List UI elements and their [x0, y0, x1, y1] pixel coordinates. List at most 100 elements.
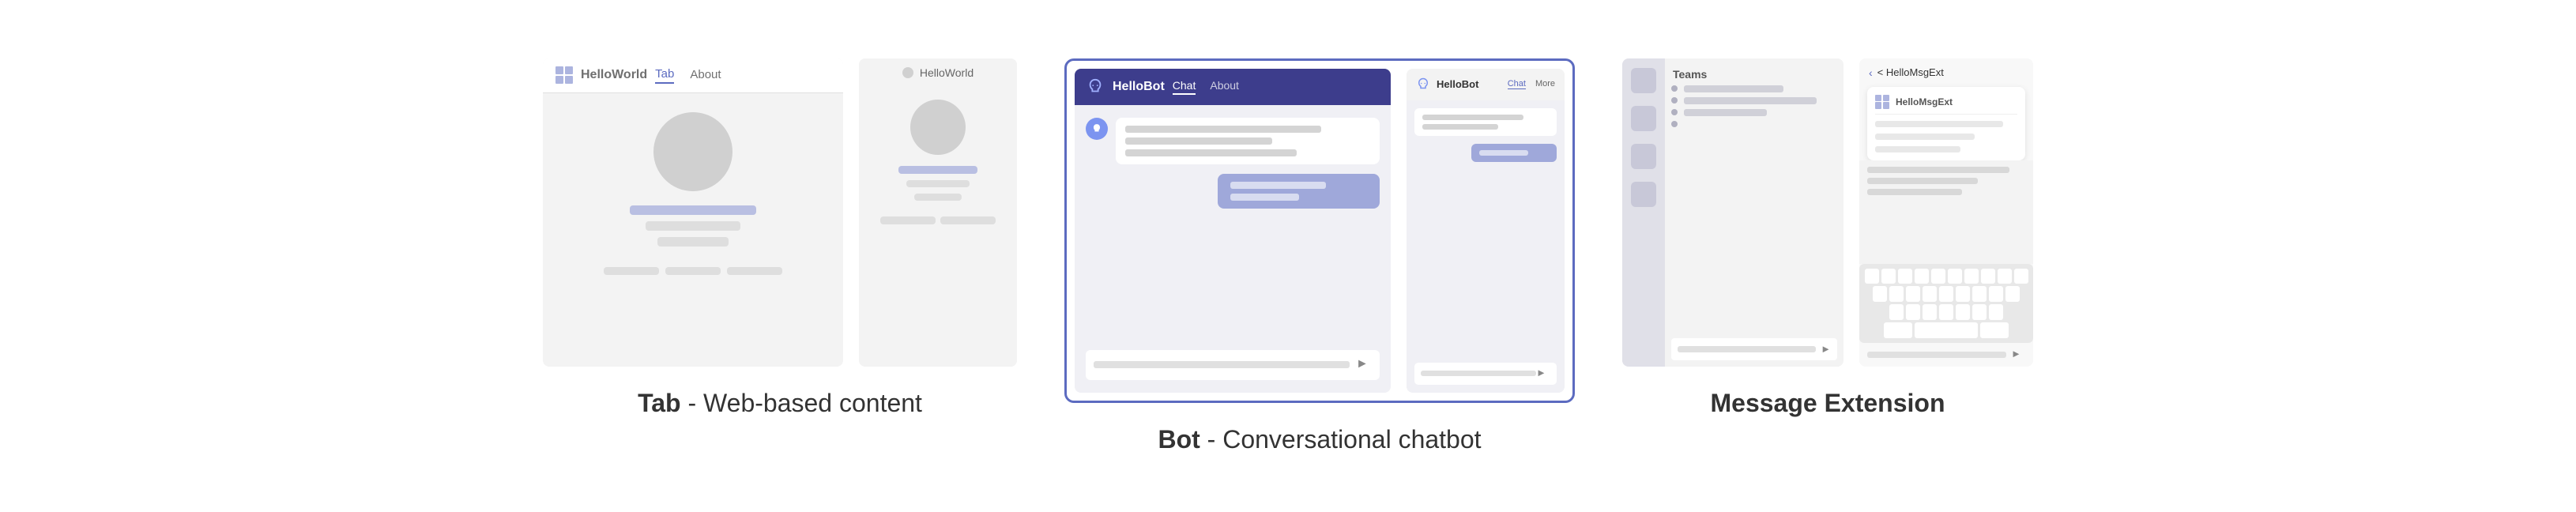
bot-highlight-border: HelloBot Chat About: [1064, 58, 1575, 403]
bot-mobile-input[interactable]: ►: [1414, 363, 1557, 385]
key-9: [1998, 269, 2012, 284]
bot-input-bar[interactable]: ►: [1086, 350, 1380, 380]
bot-label: Bot - Conversational chatbot: [1158, 425, 1481, 454]
back-arrow-icon[interactable]: ‹: [1869, 66, 1873, 79]
tab-desktop-card: HelloWorld Tab About: [543, 58, 843, 367]
popup-skel-1: [1875, 121, 2003, 127]
keyboard-area: [1859, 264, 2033, 343]
key-24: [1956, 304, 1970, 320]
skel-btn-3: [727, 267, 782, 275]
key-21: [1906, 304, 1920, 320]
channel-dot-1: [1671, 85, 1678, 92]
bot-mobile-tab2[interactable]: More: [1535, 79, 1555, 89]
teams-send-icon[interactable]: ►: [1821, 343, 1831, 355]
msgext-mobile-compose: ►: [1859, 343, 2033, 367]
key-space: [1915, 322, 1978, 338]
key-26: [1989, 304, 2003, 320]
popup-skel-2: [1875, 134, 1975, 140]
bot-section: HelloBot Chat About: [1064, 58, 1575, 454]
tab-desktop-tab2[interactable]: About: [690, 68, 721, 83]
msgext-mobile-card: ‹ < HelloMsgExt HelloMsgExt: [1859, 58, 2033, 367]
key-12: [1889, 286, 1904, 302]
skel-bar-2: [646, 221, 740, 231]
bot-mobile-tab1[interactable]: Chat: [1508, 79, 1526, 89]
bot-desktop-body: ►: [1075, 105, 1391, 393]
key-4: [1915, 269, 1929, 284]
key-return: [1980, 322, 2009, 338]
tab-mobile-header: HelloWorld: [859, 58, 1017, 87]
keyboard-row-3: [1862, 304, 2030, 320]
skel-bar-1: [630, 205, 756, 215]
keyboard-row-1: [1862, 269, 2030, 284]
key-22: [1923, 304, 1937, 320]
bot-desktop-app-name: HelloBot: [1113, 80, 1165, 94]
bot-mobile-card: HelloBot Chat More: [1407, 69, 1565, 393]
popup-skel-3: [1875, 146, 1960, 152]
channel-item-4: [1671, 121, 1837, 128]
key-7: [1964, 269, 1979, 284]
bubble-skel-3: [1125, 149, 1297, 156]
key-15: [1939, 286, 1953, 302]
tab-desktop-body: [543, 93, 843, 294]
tab-section: HelloWorld Tab About: [543, 58, 1017, 418]
channel-item-1: [1671, 85, 1837, 92]
teams-main: Teams: [1665, 58, 1843, 367]
bot-mobile-header: HelloBot Chat More: [1407, 69, 1565, 100]
key-5: [1931, 269, 1945, 284]
key-3: [1898, 269, 1912, 284]
teams-compose-bar[interactable]: ►: [1671, 338, 1837, 360]
mobile-btn-1: [880, 216, 936, 224]
skel-bar-3: [657, 237, 729, 247]
bot-desktop-tab1[interactable]: Chat: [1173, 79, 1196, 95]
tab-mobile-card: HelloWorld: [859, 58, 1017, 367]
msgext-mobile-title: < HelloMsgExt: [1877, 66, 1944, 78]
compose-skel: [1678, 346, 1816, 352]
bot-bubble-1: [1116, 118, 1380, 164]
key-2: [1881, 269, 1896, 284]
bot-bubble-sm-1: [1414, 108, 1557, 136]
tab-label-bold: Tab: [638, 389, 681, 417]
mobile-skel-3: [914, 194, 962, 201]
key-17: [1972, 286, 1987, 302]
key-13: [1906, 286, 1920, 302]
bot-desktop-header: HelloBot Chat About: [1075, 69, 1391, 105]
bot-desktop-tab2[interactable]: About: [1210, 79, 1239, 95]
tab-mobile-avatar: [910, 100, 966, 155]
popup-app-name: HelloMsgExt: [1896, 96, 1953, 107]
tab-mobile-app-name: HelloWorld: [920, 66, 974, 79]
bot-label-bold: Bot: [1158, 425, 1199, 454]
body-skel-1: [1867, 167, 2009, 173]
bot-mockups: HelloBot Chat About: [1075, 69, 1565, 393]
key-23: [1939, 304, 1953, 320]
key-6: [1948, 269, 1962, 284]
sm-reply-1: [1479, 150, 1528, 156]
tab-label-rest: - Web-based content: [681, 389, 922, 417]
sm-skel-2: [1422, 124, 1498, 130]
tab-desktop-header: HelloWorld Tab About: [543, 58, 843, 93]
main-container: HelloWorld Tab About: [0, 35, 2576, 478]
mobile-dot-icon: [902, 67, 913, 78]
sidebar-icon-2: [1631, 106, 1656, 131]
bot-mobile-icon: [1416, 77, 1430, 92]
mobile-send-icon[interactable]: ►: [1536, 367, 1550, 381]
skel-btn-2: [665, 267, 721, 275]
popup-app-icon: [1875, 95, 1889, 109]
key-25: [1972, 304, 1987, 320]
tab-mobile-skel-group: [870, 166, 1006, 201]
skel-btn-1: [604, 267, 659, 275]
bot-mobile-name: HelloBot: [1437, 78, 1478, 90]
mobile-btn-2: [940, 216, 996, 224]
key-11: [1873, 286, 1887, 302]
tab-desktop-tab1[interactable]: Tab: [655, 67, 674, 84]
channel-item-2: [1671, 97, 1837, 104]
channel-dot-4: [1671, 121, 1678, 127]
send-icon[interactable]: ►: [1356, 357, 1372, 373]
msgext-mobile-header: ‹ < HelloMsgExt: [1859, 58, 2033, 87]
sidebar-icon-4: [1631, 182, 1656, 207]
bot-mobile-body: ►: [1407, 100, 1565, 393]
msgext-mockups: Teams: [1622, 58, 2033, 367]
msgext-teams-card: Teams: [1622, 58, 1843, 367]
bot-icon: [1086, 77, 1105, 96]
mobile-ext-send-icon[interactable]: ►: [2011, 348, 2025, 362]
key-8: [1981, 269, 1995, 284]
